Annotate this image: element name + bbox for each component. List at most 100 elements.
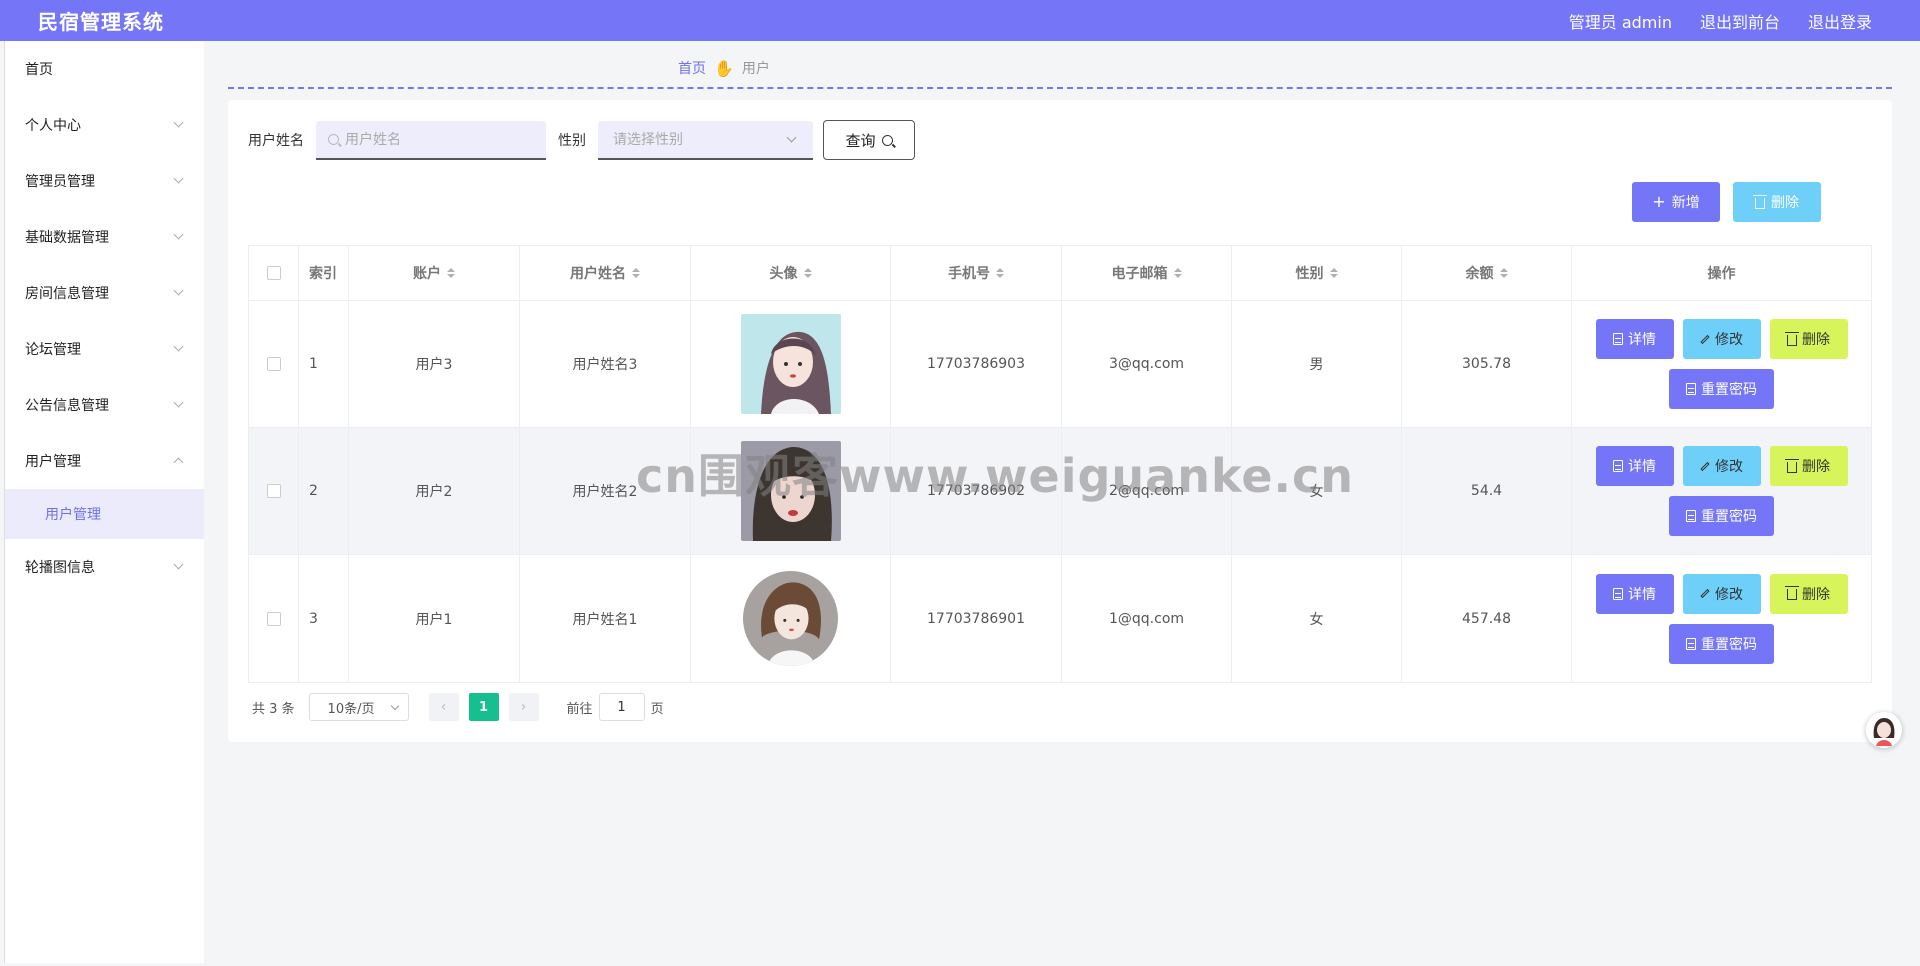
reset-password-button[interactable]: 重置密码 bbox=[1669, 623, 1774, 664]
plus-icon: + bbox=[1652, 192, 1666, 211]
goto-page: 前往 1 页 bbox=[567, 693, 664, 721]
detail-button[interactable]: 详情 bbox=[1595, 446, 1674, 486]
delete-button[interactable]: 删除 bbox=[1769, 573, 1848, 614]
header-name[interactable]: 用户姓名 bbox=[520, 246, 691, 300]
sidebar-item-admin[interactable]: 管理员管理 bbox=[5, 153, 204, 209]
sidebar-item-carousel[interactable]: 轮播图信息 bbox=[5, 539, 204, 595]
page-number-current[interactable]: 1 bbox=[468, 693, 499, 721]
sidebar: 首页 个人中心 管理员管理 基础数据管理 房间信息管理 论坛管理 公告信息管理 … bbox=[4, 41, 204, 963]
chevron-down-icon bbox=[390, 701, 399, 711]
cell-name: 用户姓名3 bbox=[520, 301, 691, 427]
search-icon bbox=[328, 133, 339, 145]
sidebar-item-label: 房间信息管理 bbox=[25, 286, 109, 302]
header-balance[interactable]: 余额 bbox=[1402, 246, 1572, 300]
row-checkbox[interactable] bbox=[266, 357, 281, 371]
detail-button[interactable]: 详情 bbox=[1595, 319, 1674, 359]
reset-label: 重置密码 bbox=[1701, 636, 1757, 653]
document-icon bbox=[1613, 460, 1623, 472]
sex-placeholder: 请选择性别 bbox=[613, 132, 683, 148]
document-icon bbox=[1686, 510, 1696, 522]
goto-page-input[interactable]: 1 bbox=[598, 693, 645, 721]
cell-email: 2@qq.com bbox=[1062, 428, 1232, 554]
sidebar-item-notice[interactable]: 公告信息管理 bbox=[5, 377, 204, 433]
detail-label: 详情 bbox=[1628, 459, 1656, 475]
edit-button[interactable]: 修改 bbox=[1682, 573, 1761, 614]
sidebar-item-basic-data[interactable]: 基础数据管理 bbox=[5, 209, 204, 265]
name-placeholder: 用户姓名 bbox=[345, 132, 401, 148]
to-front-link[interactable]: 退出到前台 bbox=[1700, 9, 1780, 33]
cell-account: 用户1 bbox=[349, 555, 520, 682]
pencil-icon bbox=[1700, 461, 1710, 471]
pagination: 共 3 条 10条/页 ‹ 1 › 前往 1 页 bbox=[252, 693, 664, 721]
add-button[interactable]: + 新增 bbox=[1632, 182, 1720, 222]
query-button[interactable]: 查询 bbox=[823, 120, 915, 160]
reset-password-button[interactable]: 重置密码 bbox=[1669, 369, 1774, 409]
sidebar-item-label: 个人中心 bbox=[25, 118, 81, 134]
goto-prefix: 前往 bbox=[566, 701, 593, 717]
edit-label: 修改 bbox=[1715, 586, 1743, 603]
row-checkbox[interactable] bbox=[266, 484, 281, 498]
name-label: 用户姓名 bbox=[248, 133, 304, 149]
edit-button[interactable]: 修改 bbox=[1682, 319, 1761, 359]
sort-icon bbox=[1329, 268, 1338, 278]
sidebar-item-rooms[interactable]: 房间信息管理 bbox=[5, 265, 204, 321]
search-bar: 用户姓名 用户姓名 性别 请选择性别 查询 bbox=[248, 120, 915, 160]
header-ops: 操作 bbox=[1707, 266, 1736, 282]
header-sex[interactable]: 性别 bbox=[1232, 246, 1402, 300]
header-avatar[interactable]: 头像 bbox=[691, 246, 891, 300]
page-size-select[interactable]: 10条/页 bbox=[308, 693, 409, 721]
header-label: 手机号 bbox=[948, 266, 990, 282]
breadcrumb-current: 用户 bbox=[741, 61, 770, 77]
user-table: 索引 账户 用户姓名 头像 手机号 电子邮箱 性别 余额 操作 1 用户3 用户… bbox=[248, 245, 1872, 683]
delete-button[interactable]: 删除 bbox=[1769, 446, 1848, 486]
table-row: 2 用户2 用户姓名2 17703786902 2@qq.com 女 54.4 … bbox=[249, 428, 1871, 555]
sort-icon bbox=[632, 268, 640, 278]
cell-index: 3 bbox=[299, 555, 349, 682]
header-label: 余额 bbox=[1465, 266, 1494, 282]
edit-button[interactable]: 修改 bbox=[1682, 446, 1761, 486]
breadcrumb-home[interactable]: 首页 bbox=[678, 58, 706, 78]
name-search-input[interactable]: 用户姓名 bbox=[316, 120, 546, 160]
reset-password-button[interactable]: 重置密码 bbox=[1669, 496, 1774, 536]
prev-page-button[interactable]: ‹ bbox=[428, 693, 459, 721]
chevron-up-icon bbox=[173, 457, 184, 468]
detail-button[interactable]: 详情 bbox=[1595, 573, 1674, 614]
user-avatar-image[interactable] bbox=[740, 441, 841, 541]
cell-account: 用户2 bbox=[349, 428, 520, 554]
sidebar-item-forum[interactable]: 论坛管理 bbox=[5, 321, 204, 377]
batch-delete-button[interactable]: 删除 bbox=[1733, 182, 1821, 222]
row-checkbox[interactable] bbox=[266, 611, 281, 626]
floating-avatar-icon[interactable] bbox=[1866, 712, 1902, 748]
header-account[interactable]: 账户 bbox=[349, 246, 520, 300]
user-avatar-image[interactable] bbox=[743, 571, 838, 666]
sidebar-item-personal[interactable]: 个人中心 bbox=[5, 97, 204, 153]
chevron-down-icon bbox=[786, 132, 797, 142]
logout-link[interactable]: 退出登录 bbox=[1808, 9, 1872, 33]
cell-name: 用户姓名2 bbox=[520, 428, 691, 554]
delete-label: 删除 bbox=[1802, 459, 1830, 475]
delete-button[interactable]: 删除 bbox=[1769, 319, 1848, 359]
header-phone[interactable]: 手机号 bbox=[891, 246, 1062, 300]
sidebar-item-users[interactable]: 用户管理 bbox=[5, 433, 204, 489]
next-page-button[interactable]: › bbox=[508, 693, 539, 721]
sidebar-item-home[interactable]: 首页 bbox=[5, 41, 204, 97]
header-email[interactable]: 电子邮箱 bbox=[1062, 246, 1232, 300]
cell-index: 2 bbox=[299, 428, 349, 554]
chevron-down-icon bbox=[173, 285, 184, 296]
trash-icon bbox=[1785, 458, 1799, 473]
select-all-checkbox[interactable] bbox=[266, 266, 281, 280]
sidebar-item-label: 基础数据管理 bbox=[25, 230, 109, 246]
cell-balance: 457.48 bbox=[1402, 555, 1572, 682]
sort-icon bbox=[1173, 268, 1182, 278]
chevron-down-icon bbox=[173, 117, 184, 128]
search-icon bbox=[881, 134, 893, 146]
sort-icon bbox=[1499, 268, 1508, 278]
detail-label: 详情 bbox=[1628, 332, 1656, 348]
sex-select[interactable]: 请选择性别 bbox=[598, 120, 813, 160]
query-label: 查询 bbox=[845, 131, 876, 150]
sidebar-subitem-user-manage[interactable]: 用户管理 bbox=[5, 489, 204, 539]
user-avatar-image[interactable] bbox=[740, 314, 841, 414]
breadcrumb: 首页 ✋ 用户 bbox=[678, 58, 770, 78]
top-bar: 民宿管理系统 管理员 admin 退出到前台 退出登录 bbox=[0, 0, 1920, 41]
admin-label: 管理员 admin bbox=[1568, 12, 1672, 32]
